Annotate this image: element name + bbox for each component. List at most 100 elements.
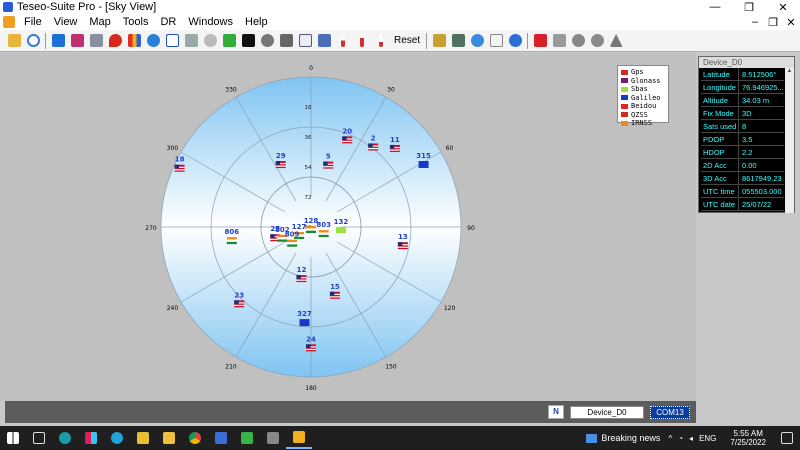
news-widget[interactable]: Breaking news xyxy=(586,433,668,443)
bar-chart-icon[interactable] xyxy=(125,32,143,50)
compass-icon[interactable] xyxy=(163,32,181,50)
close-button[interactable]: ✕ xyxy=(766,0,800,14)
satellite-29[interactable]: 29 xyxy=(275,152,286,169)
com-port-field[interactable]: COM13 xyxy=(650,405,690,419)
mdi-minimize-button[interactable]: – xyxy=(746,16,764,29)
flag-canton xyxy=(329,291,335,296)
window-icon[interactable] xyxy=(296,32,314,50)
record-icon[interactable] xyxy=(531,32,549,50)
azimuth-label: 60 xyxy=(446,145,454,152)
app-window-icon[interactable] xyxy=(208,427,234,449)
device-icon[interactable] xyxy=(49,32,67,50)
map-pin-icon[interactable] xyxy=(106,32,124,50)
language-indicator[interactable]: ENG xyxy=(699,434,716,443)
signal-icon[interactable] xyxy=(182,32,200,50)
task-view-icon[interactable] xyxy=(26,427,52,449)
device-info-key: UTC time xyxy=(701,185,739,197)
scrollbar[interactable]: ▲ xyxy=(785,68,794,213)
legend-item: Galileo xyxy=(621,94,665,103)
menu-map[interactable]: Map xyxy=(83,16,116,28)
wifi-icon[interactable]: ◔ xyxy=(678,434,683,443)
gear-icon[interactable] xyxy=(588,32,606,50)
satellite-prn-label: 11 xyxy=(390,136,400,144)
satellite-18[interactable]: 18 xyxy=(174,156,185,172)
device-info-key: Latitude xyxy=(701,68,739,80)
sharex-icon[interactable] xyxy=(260,427,286,449)
menu-tools[interactable]: Tools xyxy=(117,16,155,28)
plane-icon[interactable] xyxy=(315,32,333,50)
chevron-up-icon[interactable]: ^ xyxy=(668,434,672,443)
device-info-key: Sats used xyxy=(701,120,739,132)
menu-dr[interactable]: DR xyxy=(154,16,182,28)
satellite-11[interactable]: 11 xyxy=(389,136,400,152)
file-explorer-icon[interactable] xyxy=(156,427,182,449)
globe-icon[interactable] xyxy=(144,32,162,50)
azimuth-label: 0 xyxy=(309,65,313,72)
antenna-icon[interactable] xyxy=(430,32,448,50)
tower-icon[interactable] xyxy=(449,32,467,50)
play-icon[interactable] xyxy=(220,32,238,50)
elevation-label: 54 xyxy=(305,165,312,171)
flag-stripe xyxy=(296,279,307,281)
chrome-icon[interactable] xyxy=(182,427,208,449)
clock[interactable]: 5:55 AM 7/25/2022 xyxy=(722,429,774,447)
menu-file[interactable]: File xyxy=(18,16,48,28)
terminal-icon[interactable] xyxy=(239,32,257,50)
wave-icon[interactable] xyxy=(468,32,486,50)
menu-help[interactable]: Help xyxy=(239,16,274,28)
flag-stripe xyxy=(397,246,408,248)
azimuth-label: 180 xyxy=(305,385,317,392)
settings-icon[interactable] xyxy=(569,32,587,50)
windows-start-icon[interactable] xyxy=(0,427,26,449)
warning-icon[interactable] xyxy=(607,32,625,50)
thermometer-icon[interactable] xyxy=(372,32,390,50)
minimize-button[interactable]: — xyxy=(698,0,732,14)
database-icon[interactable] xyxy=(277,32,295,50)
satellite-23[interactable]: 23 xyxy=(234,291,245,308)
satellite-15[interactable]: 15 xyxy=(329,283,340,299)
restore-button[interactable]: ❐ xyxy=(732,0,766,14)
bin-icon[interactable] xyxy=(234,427,260,449)
network-icon[interactable] xyxy=(130,427,156,449)
device-info-key: Longitude xyxy=(701,81,739,93)
satellite-icon[interactable] xyxy=(87,32,105,50)
satellite-prn-label: 23 xyxy=(234,291,244,299)
chevron-up-icon[interactable]: ▲ xyxy=(785,68,794,74)
legend-swatch xyxy=(621,95,628,101)
clock-icon[interactable] xyxy=(201,32,219,50)
speaker-icon[interactable]: ◂ xyxy=(689,434,693,443)
thermometer-icon[interactable] xyxy=(353,32,371,50)
document-icon[interactable] xyxy=(3,16,15,28)
legend-label: IRNSS xyxy=(631,119,653,127)
thermometer-icon[interactable] xyxy=(334,32,352,50)
teseo-suite-taskbar-icon[interactable] xyxy=(286,427,312,449)
satellite-prn-label: 29 xyxy=(276,152,286,160)
mdi-close-button[interactable]: ✕ xyxy=(782,16,800,29)
slack-icon[interactable] xyxy=(78,427,104,449)
search-icon[interactable] xyxy=(24,32,42,50)
document-icon[interactable] xyxy=(487,32,505,50)
satellite-13[interactable]: 13 xyxy=(397,233,408,250)
nmea-icon[interactable] xyxy=(68,32,86,50)
edit-icon[interactable] xyxy=(5,32,23,50)
menu-bar: File View Map Tools DR Windows Help – ❐ … xyxy=(0,14,800,30)
satellite-icon[interactable] xyxy=(550,32,568,50)
menu-windows[interactable]: Windows xyxy=(182,16,239,28)
arduino-icon[interactable] xyxy=(52,427,78,449)
radar-icon[interactable] xyxy=(258,32,276,50)
notification-icon[interactable] xyxy=(774,427,800,449)
compass-badge-icon[interactable]: N xyxy=(548,405,564,419)
mdi-restore-button[interactable]: ❐ xyxy=(764,16,782,29)
satellite-20[interactable]: 20 xyxy=(342,127,353,144)
satellite-24[interactable]: 24 xyxy=(306,335,316,352)
azimuth-label: 210 xyxy=(225,364,237,371)
device-info-key: UTC date xyxy=(701,198,739,210)
info-icon[interactable] xyxy=(506,32,524,50)
flag-stripe xyxy=(318,234,329,238)
menu-view[interactable]: View xyxy=(48,16,84,28)
satellite-12[interactable]: 12 xyxy=(296,266,307,283)
flag-stripe xyxy=(306,228,316,231)
reset-button[interactable]: Reset xyxy=(391,32,423,50)
device-field[interactable]: Device_D0 xyxy=(570,405,644,419)
edge-icon[interactable] xyxy=(104,427,130,449)
